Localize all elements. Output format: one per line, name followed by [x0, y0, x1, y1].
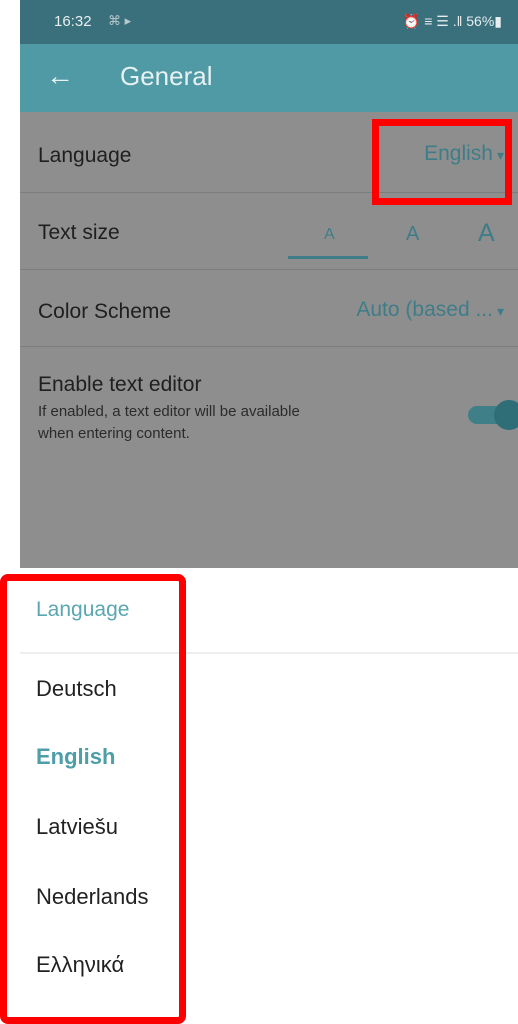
- page-title: General: [120, 61, 213, 91]
- text-editor-label: Enable text editor: [38, 373, 202, 396]
- color-scheme-dropdown[interactable]: Auto (based ... ▾: [356, 298, 504, 322]
- text-editor-description-line2: when entering content.: [38, 425, 190, 442]
- text-size-small-button[interactable]: A: [324, 226, 335, 244]
- status-bar: 16:32 ⌘ ▸ ⏰ ≡ ☰ .‖ 56%▮: [20, 0, 518, 44]
- status-icons: ⏰ ≡ ☰ .‖ 56%▮: [402, 13, 502, 29]
- app-bar: ← General: [20, 44, 518, 112]
- highlight-box: [0, 574, 186, 1024]
- color-scheme-setting-row[interactable]: Color Scheme Auto (based ... ▾: [20, 270, 518, 347]
- status-time: 16:32: [54, 13, 92, 30]
- color-scheme-value: Auto (based ...: [356, 298, 493, 321]
- highlight-box: [372, 119, 512, 205]
- chevron-down-icon: ▾: [496, 303, 504, 319]
- text-editor-setting-row: Enable text editor If enabled, a text ed…: [20, 347, 518, 477]
- text-size-medium-button[interactable]: A: [406, 223, 419, 246]
- text-size-large-button[interactable]: A: [478, 219, 495, 248]
- notification-icons: ⌘ ▸: [108, 13, 132, 28]
- text-editor-description-line1: If enabled, a text editor will be availa…: [38, 403, 300, 420]
- back-arrow-icon[interactable]: ←: [46, 60, 74, 92]
- text-size-label: Text size: [38, 221, 120, 244]
- toggle-thumb: [494, 400, 518, 430]
- color-scheme-label: Color Scheme: [38, 300, 172, 323]
- text-size-selected-indicator: [288, 256, 368, 259]
- language-label: Language: [38, 144, 132, 167]
